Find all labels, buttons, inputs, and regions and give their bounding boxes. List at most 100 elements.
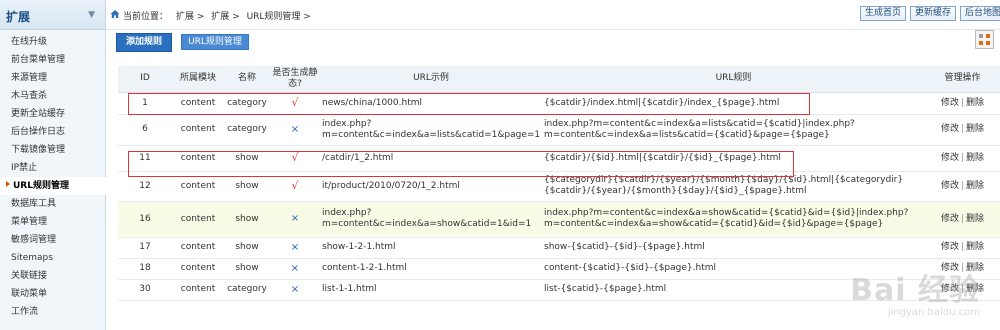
delete-link[interactable]: 删除 <box>966 242 984 252</box>
delete-link[interactable]: 删除 <box>966 263 984 273</box>
add-rule-button[interactable]: 添加规则 <box>116 33 172 52</box>
cell-url-example: index.php?m=content&c=index&a=show&catid… <box>320 201 542 238</box>
sidebar-item-label: 联动菜单 <box>11 289 48 299</box>
cell-url-example-text: content-1-2-1.html <box>322 263 407 273</box>
cell-name-text: show <box>235 213 259 224</box>
cell-name-text: show <box>235 242 259 252</box>
delete-link[interactable]: 删除 <box>966 153 984 163</box>
cell-name: show <box>224 258 270 280</box>
cell-id-text: 12 <box>139 180 151 191</box>
edit-link[interactable]: 修改 <box>941 284 959 294</box>
sidebar-item[interactable]: 关联链接 <box>0 267 105 285</box>
cell-module-text: content <box>180 284 216 294</box>
cross-icon: × <box>290 241 300 253</box>
collapse-toggle-icon[interactable]: ▼ <box>88 10 95 20</box>
delete-link[interactable]: 删除 <box>966 124 984 134</box>
cell-actions: 修改 | 删除 <box>925 114 1000 146</box>
delete-link[interactable]: 删除 <box>966 181 984 191</box>
breadcrumb-item[interactable]: 扩展 > <box>176 12 204 22</box>
cell-url-example-text: index.php?m=content&c=index&a=lists&cati… <box>322 118 541 140</box>
cell-url-example: news/china/1000.html <box>320 92 542 115</box>
url-rule-table: ID 所属模块 名称 是否生成静态? URL示例 URL规则 管理操作 1 con… <box>118 66 1000 301</box>
cell-name-text: category <box>227 97 267 108</box>
cell-module: content <box>172 237 224 259</box>
sidebar-item[interactable]: IP禁止 <box>0 159 105 177</box>
cell-url-example: /catdir/1_2.html <box>320 145 542 172</box>
layout-switch-icon[interactable] <box>975 30 994 49</box>
sidebar-item[interactable]: 木马查杀 <box>0 87 105 105</box>
delete-link[interactable]: 删除 <box>966 98 984 108</box>
table-row: 18 content show × content-1-2-1.html content-… <box>118 258 1000 280</box>
cell-url-rule-text: {$categorydir}{$catdir}/{$year}/{$month}… <box>544 175 904 196</box>
cell-name-text: category <box>227 284 267 294</box>
cell-static: √ <box>270 145 320 172</box>
cell-name-text: category <box>227 124 267 134</box>
action-separator: | <box>960 242 965 252</box>
cross-icon: × <box>290 123 300 135</box>
cell-actions: 修改 | 删除 <box>925 145 1000 172</box>
edit-link[interactable]: 修改 <box>941 124 959 134</box>
sidebar-item[interactable]: 菜单管理 <box>0 213 105 231</box>
delete-link[interactable]: 删除 <box>966 284 984 294</box>
cell-url-rule-text: index.php?m=content&c=index&a=lists&cati… <box>544 118 855 140</box>
sidebar-item[interactable]: 敏感词管理 <box>0 231 105 249</box>
url-rule-manage-tab[interactable]: URL规则管理 <box>181 34 249 50</box>
cell-url-example-text: list-1-1.html <box>322 284 377 294</box>
sidebar-item[interactable]: 下载镜像管理 <box>0 141 105 159</box>
sidebar-item[interactable]: 更新全站缓存 <box>0 105 105 123</box>
breadcrumb-prefix: 当前位置： <box>123 12 169 22</box>
cell-id-text: 17 <box>139 242 151 252</box>
col-actions: 管理操作 <box>925 66 1000 93</box>
cell-actions: 修改 | 删除 <box>925 258 1000 280</box>
sidebar-item[interactable]: 后台操作日志 <box>0 123 105 141</box>
cell-url-rule-text: {$catdir}/{$id}.html|{$catdir}/{$id}_{$p… <box>544 152 781 163</box>
cell-id: 1 <box>118 92 172 115</box>
edit-link[interactable]: 修改 <box>941 98 959 108</box>
generate-homepage-button[interactable]: 生成首页 <box>859 6 906 21</box>
edit-link[interactable]: 修改 <box>941 263 959 273</box>
cell-url-rule-text: show-{$catid}-{$id}-{$page}.html <box>544 242 705 252</box>
cross-icon: × <box>290 213 300 224</box>
cell-name: show <box>224 171 270 202</box>
breadcrumb-item[interactable]: 扩展 > <box>211 12 239 22</box>
sidebar-item-label: 在线升级 <box>11 37 48 47</box>
sidebar-item-label: IP禁止 <box>11 163 38 173</box>
breadcrumb-item[interactable]: URL规则管理 > <box>247 12 311 22</box>
table-row: 11 content show √ /catdir/1_2.html {$catdir}/… <box>118 145 1000 172</box>
table-row: 16 content show × index.php?m=content&c=inde… <box>118 201 1000 238</box>
sidebar-item[interactable]: 在线升级 <box>0 33 105 51</box>
sidebar-item[interactable]: 联动菜单 <box>0 285 105 303</box>
sidebar-item[interactable]: 前台菜单管理 <box>0 51 105 69</box>
col-static: 是否生成静态? <box>270 66 320 93</box>
cell-url-example: index.php?m=content&c=index&a=lists&cati… <box>320 114 542 146</box>
sidebar-item-label: 后台操作日志 <box>11 127 66 137</box>
sidebar-item[interactable]: URL规则管理 <box>0 177 106 195</box>
cell-static: × <box>270 114 320 146</box>
table-header-row: ID 所属模块 名称 是否生成静态? URL示例 URL规则 管理操作 <box>118 66 1000 93</box>
edit-link[interactable]: 修改 <box>941 214 959 224</box>
sidebar-menu: 在线升级前台菜单管理 来源管理 木马查杀 更新全站缓存后台操作日志下载镜像管理 IP禁止… <box>0 30 106 321</box>
cell-module: content <box>172 201 224 238</box>
top-bar: 当前位置： 扩展 > 扩展 > URL规则管理 > 生成首页 更新缓存 后台地图 <box>106 0 1000 30</box>
delete-link[interactable]: 删除 <box>966 214 984 224</box>
sidebar-item[interactable]: 工作流 <box>0 303 105 321</box>
admin-map-button[interactable]: 后台地图 <box>959 6 1000 21</box>
update-cache-button[interactable]: 更新缓存 <box>909 6 956 21</box>
edit-link[interactable]: 修改 <box>941 242 959 252</box>
sidebar-item[interactable]: 来源管理 <box>0 69 105 87</box>
action-separator: | <box>960 263 965 273</box>
cell-url-example: content-1-2-1.html <box>320 258 542 280</box>
cell-url-example-text: news/china/1000.html <box>322 97 422 108</box>
edit-link[interactable]: 修改 <box>941 153 959 163</box>
table-row: 17 content show × show-1-2-1.html show-{$cati… <box>118 237 1000 259</box>
cell-module: content <box>172 258 224 280</box>
edit-link[interactable]: 修改 <box>941 181 959 191</box>
sidebar-item[interactable]: Sitemaps <box>0 249 105 267</box>
cell-id: 12 <box>118 171 172 202</box>
sidebar-item[interactable]: 数据库工具 <box>0 195 105 213</box>
col-module: 所属模块 <box>172 66 224 93</box>
cell-module-text: content <box>180 213 216 224</box>
sidebar-item-label: 菜单管理 <box>11 217 48 227</box>
top-actions: 生成首页 更新缓存 后台地图 <box>859 6 1000 21</box>
cell-id-text: 18 <box>139 263 151 273</box>
